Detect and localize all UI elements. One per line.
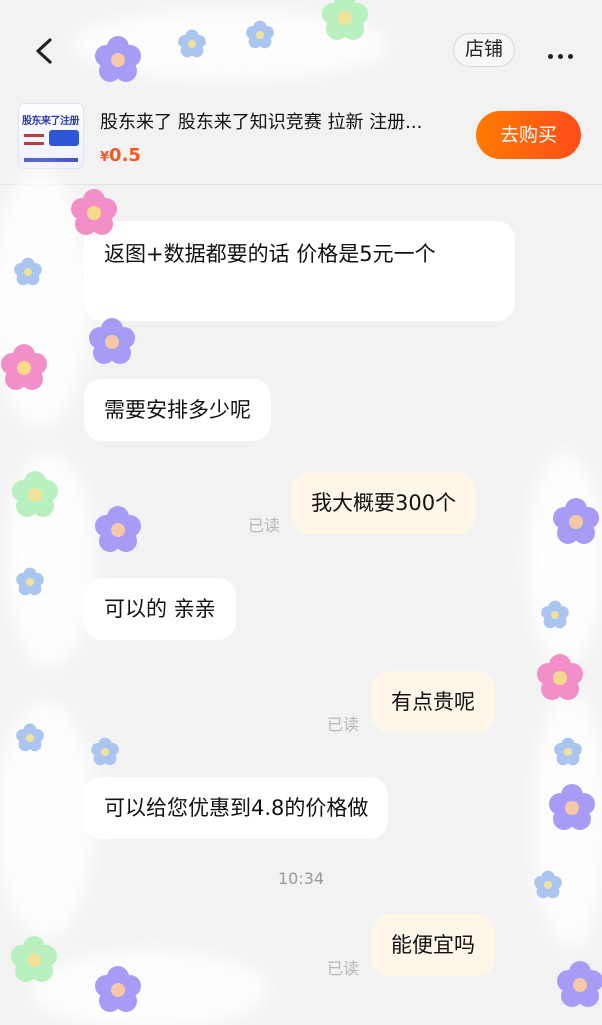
product-thumbnail[interactable]: 股东来了注册	[18, 103, 84, 169]
message-bubble[interactable]: 能便宜吗	[371, 914, 495, 976]
read-status: 已读	[327, 715, 360, 734]
message-bubble[interactable]: 返图+数据都要的话 价格是5元一个	[84, 221, 515, 321]
message-text: 我大概要300个	[311, 491, 457, 515]
chat-header: 店铺	[0, 0, 602, 100]
read-status: 已读	[248, 516, 281, 535]
timestamp: 10:34	[277, 869, 325, 888]
chat-area[interactable]: 返图+数据都要的话 价格是5元一个 需要安排多少呢 已读 我大概要300个 可以…	[0, 185, 602, 1025]
message-text: 有点贵呢	[391, 690, 475, 714]
more-dots-icon[interactable]	[548, 44, 580, 59]
product-card[interactable]: 股东来了注册 股东来了 股东来了知识竞赛 拉新 注册... ¥0.5 去购买	[0, 100, 602, 185]
message-text: 可以的 亲亲	[104, 597, 216, 621]
message-text: 可以给您优惠到4.8的价格做	[104, 796, 369, 820]
buy-button[interactable]: 去购买	[476, 111, 581, 159]
product-title[interactable]: 股东来了 股东来了知识竞赛 拉新 注册...	[100, 108, 460, 134]
message-bubble[interactable]: 可以的 亲亲	[84, 578, 236, 640]
message-text: 返图+数据都要的话 价格是5元一个	[104, 242, 436, 266]
message-text: 能便宜吗	[391, 933, 475, 957]
message-bubble[interactable]: 有点贵呢	[371, 671, 495, 733]
read-status: 已读	[327, 959, 360, 978]
thumbnail-title: 股东来了注册	[22, 116, 80, 127]
message-bubble[interactable]: 需要安排多少呢	[84, 379, 271, 441]
message-bubble[interactable]: 我大概要300个	[291, 472, 477, 534]
message-bubble[interactable]: 可以给您优惠到4.8的价格做	[84, 777, 389, 839]
shop-button[interactable]: 店铺	[453, 33, 515, 67]
chevron-left-icon[interactable]	[28, 30, 64, 72]
product-price: ¥0.5	[100, 145, 141, 166]
message-text: 需要安排多少呢	[104, 398, 251, 422]
